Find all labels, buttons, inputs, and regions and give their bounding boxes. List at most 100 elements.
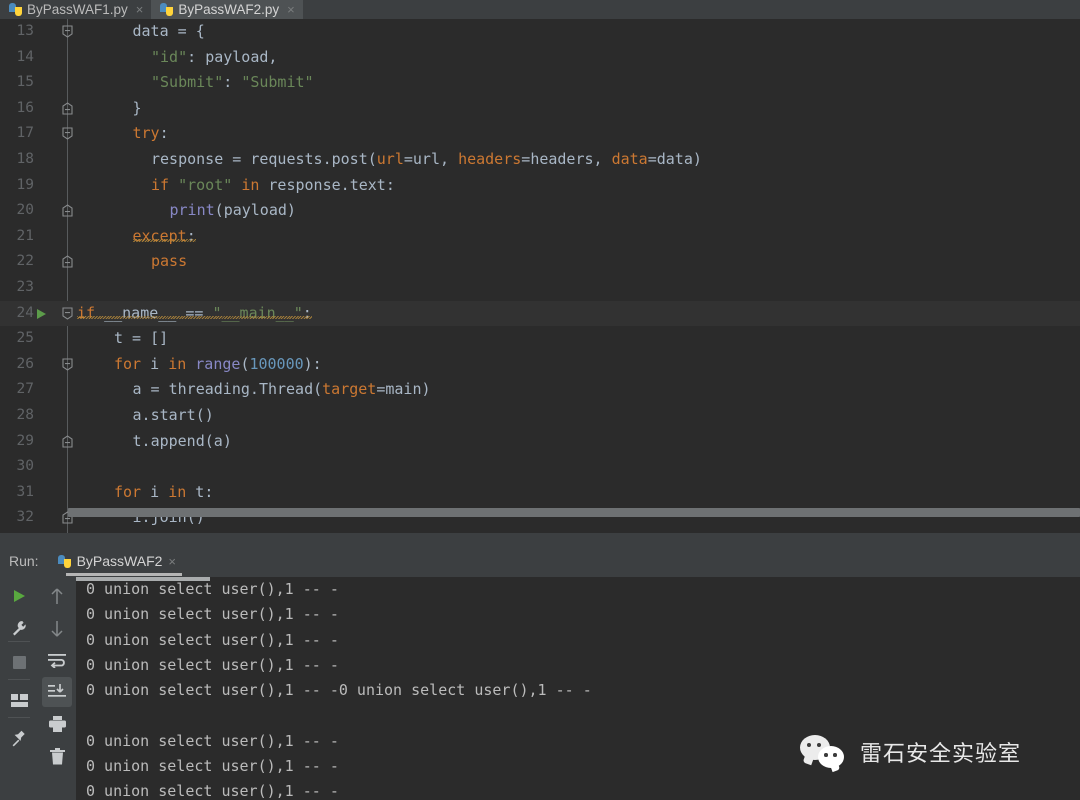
print-button[interactable] (42, 709, 72, 739)
scrollbar-thumb[interactable] (68, 508, 1080, 517)
soft-wrap-icon (48, 653, 66, 668)
code-text: response = requests.post(url=url, header… (151, 150, 702, 168)
code-line[interactable]: 26 for i in range(100000): (0, 352, 1080, 378)
code-line[interactable]: 27 a = threading.Thread(target=main) (0, 377, 1080, 403)
fold-expand-icon[interactable] (62, 255, 73, 268)
console-line: 0 union select user(),1 -- -0 union sele… (86, 681, 592, 700)
code-text: print(payload) (169, 201, 296, 220)
code-line[interactable]: 17 try: (0, 121, 1080, 147)
editor-console-splitter[interactable] (0, 533, 1080, 545)
printer-icon (48, 716, 66, 732)
line-number: 16 (16, 99, 34, 116)
fold-expand-icon[interactable] (62, 204, 73, 217)
code-line[interactable]: 15 "Submit": "Submit" (0, 70, 1080, 96)
line-number: 18 (16, 151, 34, 167)
code-text: for i in t: (114, 482, 214, 501)
fold-collapse-icon[interactable] (62, 358, 73, 371)
code-text: if __name__ == "__main__": (77, 303, 312, 322)
line-number: 23 (16, 279, 34, 295)
code-line[interactable]: 13 data = { (0, 19, 1080, 45)
editor-tab-bypasswaf2[interactable]: ByPassWAF2.py × (151, 0, 303, 22)
editor-tab-bypasswaf1[interactable]: ByPassWAF1.py × (0, 0, 152, 19)
fold-collapse-icon[interactable] (62, 127, 73, 141)
code-text: data = { (132, 22, 205, 40)
run-panel-label: Run: (9, 553, 39, 569)
code-text: "id": payload, (151, 47, 278, 66)
stop-button[interactable] (4, 647, 34, 677)
line-number: 29 (16, 432, 34, 449)
rerun-button[interactable] (4, 581, 34, 611)
console-line: 0 union select user(),1 -- - (86, 630, 339, 649)
arrow-down-icon (51, 620, 63, 637)
run-gutter-icon[interactable] (37, 308, 46, 319)
code-text: pass (151, 252, 188, 271)
code-line[interactable]: 28 a.start() (0, 403, 1080, 429)
code-line[interactable]: 30 (0, 454, 1080, 480)
console-line: 0 union select user(),1 -- - (86, 782, 339, 800)
code-text: } (132, 98, 142, 117)
console-line: 0 union select user(),1 -- - (86, 655, 339, 674)
editor-tab-bar: ByPassWAF1.py × ByPassWAF2.py × (0, 0, 1080, 22)
fold-collapse-icon[interactable] (62, 25, 73, 38)
up-the-stack-trace-button[interactable] (42, 581, 72, 611)
code-line[interactable]: 24 if __name__ == "__main__": (0, 300, 1080, 327)
code-text: "Submit": "Submit" (151, 73, 314, 92)
code-line[interactable]: 21 except: (0, 224, 1080, 250)
editor-horizontal-scrollbar[interactable] (68, 508, 1080, 517)
code-line[interactable]: 20 print(payload) (0, 198, 1080, 224)
trash-icon (49, 747, 65, 764)
fold-expand-icon[interactable] (62, 102, 73, 115)
line-number: 21 (16, 227, 34, 244)
layout-settings-button[interactable] (4, 685, 34, 715)
code-line[interactable]: 23 (0, 275, 1080, 301)
toolbar-divider (8, 717, 30, 718)
soft-wrap-button[interactable] (42, 645, 72, 675)
clear-all-button[interactable] (42, 741, 72, 771)
code-line[interactable]: 18 response = requests.post(url=url, head… (0, 147, 1080, 173)
line-number: 30 (16, 458, 34, 475)
code-line[interactable]: 31 for i in t: (0, 480, 1080, 506)
line-number: 27 (16, 381, 34, 398)
run-toolbar-secondary (38, 577, 76, 800)
console-line: 0 union select user(),1 -- - (86, 605, 339, 624)
line-number: 20 (16, 202, 34, 219)
run-toolbar-primary (0, 577, 38, 800)
edit-configurations-button[interactable] (4, 613, 34, 643)
code-text: except: (132, 226, 196, 245)
code-text: t = [] (114, 329, 169, 348)
close-icon[interactable]: × (136, 2, 144, 17)
down-the-stack-trace-button[interactable] (42, 613, 72, 643)
code-text: a = threading.Thread(target=main) (132, 380, 431, 399)
line-number: 22 (16, 253, 34, 270)
run-tab-label: ByPassWAF2 (76, 553, 163, 569)
code-line[interactable]: 14 "id": payload, (0, 45, 1080, 71)
line-number: 24 (16, 304, 34, 321)
line-number: 14 (16, 48, 34, 65)
fold-collapse-icon[interactable] (62, 307, 73, 320)
code-text: for i in range(100000): (114, 354, 322, 373)
watermark-text: 雷石安全实验室 (860, 742, 1022, 767)
code-line[interactable]: 29 t.append(a) (0, 429, 1080, 455)
code-editor[interactable]: 13 data = { 14 "id": payload, 15 "Submit": "S… (0, 19, 1080, 533)
console-line: 0 union select user(),1 -- - (86, 580, 339, 598)
toolbar-divider (8, 679, 30, 680)
code-line[interactable]: 25 t = [] (0, 326, 1080, 352)
pin-icon (12, 730, 25, 746)
fold-expand-icon[interactable] (62, 434, 73, 448)
toolbar-divider (8, 641, 30, 642)
scroll-to-end-button[interactable] (42, 677, 72, 707)
code-line[interactable]: 19 if "root" in response.text: (0, 173, 1080, 199)
line-number: 28 (16, 407, 34, 423)
run-tab-bypasswaf2[interactable]: ByPassWAF2 × (52, 545, 186, 577)
close-icon[interactable]: × (287, 2, 295, 17)
wrench-icon (12, 620, 26, 635)
code-line[interactable]: 22 pass (0, 249, 1080, 275)
close-icon[interactable]: × (168, 554, 176, 569)
active-run-tab-underline (65, 573, 183, 576)
code-line[interactable]: 16} (0, 96, 1080, 122)
run-panel-header: Run: ByPassWAF2 × (0, 545, 1080, 577)
line-number: 31 (16, 483, 34, 500)
scroll-to-end-icon (48, 684, 66, 697)
pin-tab-button[interactable] (4, 723, 34, 753)
line-number: 15 (16, 74, 34, 91)
